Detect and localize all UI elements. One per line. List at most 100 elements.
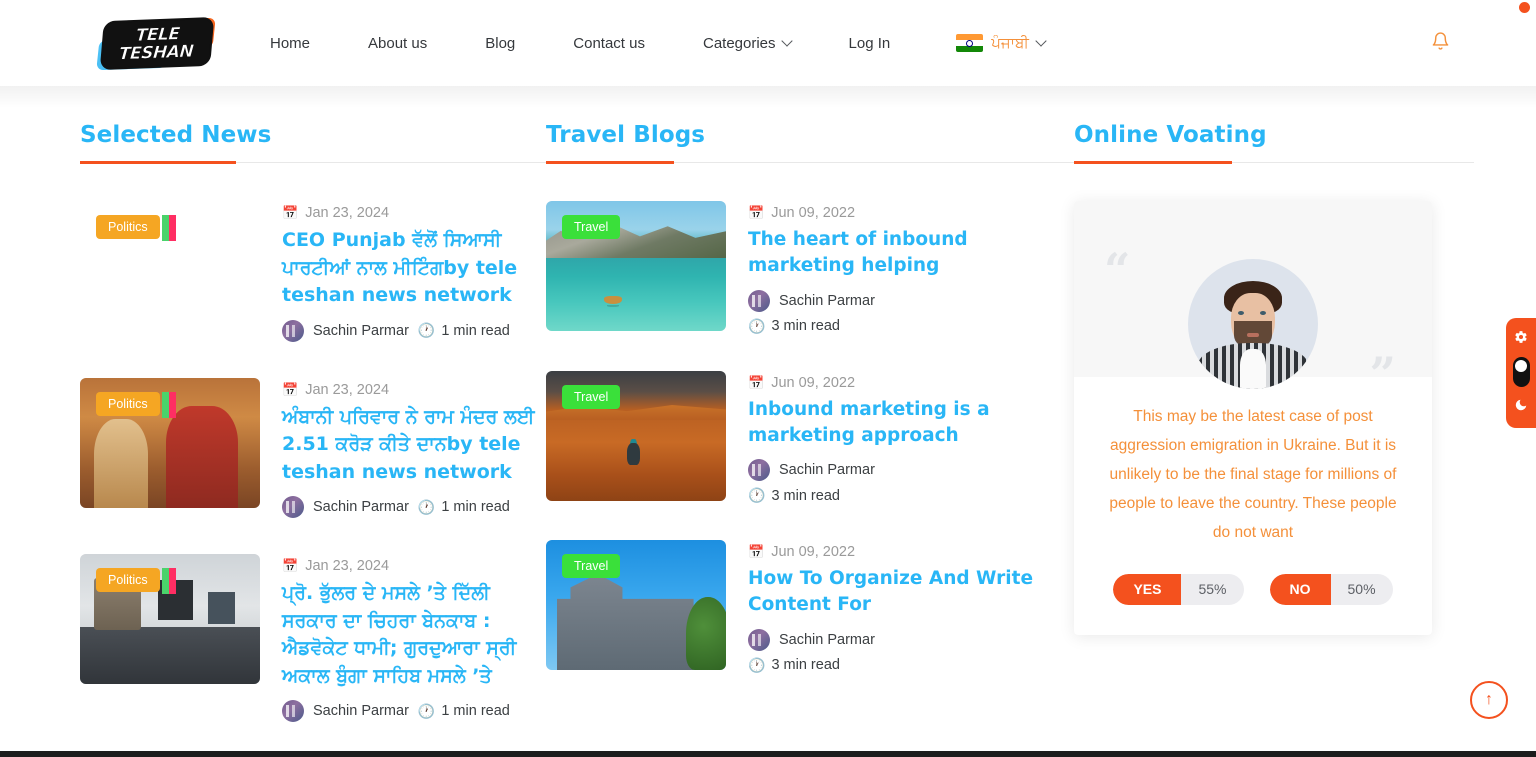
quote-close-icon: ”: [1369, 347, 1396, 401]
blog-read-time-text: 3 min read: [771, 318, 840, 335]
news-read-time-text: 1 min read: [441, 703, 510, 720]
nav-item-contact-us[interactable]: Contact us: [573, 29, 645, 58]
news-thumbnail[interactable]: Politics: [80, 554, 260, 685]
vote-no-button[interactable]: NO 50%: [1269, 573, 1393, 605]
clock-icon: 🕐: [417, 322, 436, 339]
nav-item-about-us[interactable]: About us: [368, 29, 427, 58]
blog-thumbnail[interactable]: Travel: [546, 201, 726, 331]
main-content: Selected News Politics 📅 Jan 23, 2024 CE…: [0, 86, 1536, 757]
blog-date: 📅 Jun 09, 2022: [748, 544, 1074, 560]
blog-date: 📅 Jun 09, 2022: [748, 375, 1074, 391]
news-list-item[interactable]: Politics 📅 Jan 23, 2024 ਅੰਬਾਨੀ ਪਰਿਵਾਰ ਨੇ…: [80, 377, 546, 519]
author-avatar: [748, 289, 770, 312]
blog-date: 📅 Jun 09, 2022: [748, 205, 1074, 221]
news-title[interactable]: CEO Punjab ਵੱਲੋਂ ਸਿਆਸੀ ਪਾਰਟੀਆਂ ਨਾਲ ਮੀਟਿੰ…: [282, 227, 546, 310]
theme-toggle-switch[interactable]: [1512, 357, 1530, 387]
site-header: TELE TESHAN Home About us Blog Contact u…: [0, 0, 1536, 86]
logo-text: TELE TESHAN: [93, 13, 220, 74]
theme-settings-dock[interactable]: [1506, 318, 1536, 428]
gear-icon[interactable]: [1514, 330, 1528, 346]
online-voting-column: Online Voating “ ” This may be the lates…: [1074, 122, 1474, 757]
nav-item-home[interactable]: Home: [270, 29, 310, 58]
language-label: ਪੰਜਾਬੀ: [991, 34, 1029, 52]
author-avatar: [282, 496, 304, 519]
chevron-down-icon: [780, 35, 793, 47]
calendar-icon: 📅: [282, 381, 299, 397]
voting-testimonial-card: “ ” This may be the latest case of post …: [1074, 201, 1432, 635]
clock-icon: 🕐: [417, 498, 436, 515]
section-title-online-voting: Online Voating: [1074, 122, 1267, 148]
blog-read-time: 🕐 3 min read: [748, 657, 1074, 674]
blog-thumbnail[interactable]: Travel: [546, 370, 726, 501]
news-thumbnail[interactable]: Politics: [80, 201, 260, 331]
blog-title[interactable]: The heart of inbound marketing helping: [748, 227, 1074, 280]
badge-stripe-decoration: [162, 568, 176, 595]
clock-icon: 🕐: [748, 487, 766, 504]
news-thumbnail[interactable]: Politics: [80, 377, 260, 508]
news-title[interactable]: ਪ੍ਰੋ. ਭੁੱਲਰ ਦੇ ਮਸਲੇ ’ਤੇ ਦਿੱਲੀ ਸਰਕਾਰ ਦਾ ਚ…: [282, 580, 546, 690]
author-avatar: [748, 459, 770, 482]
avatar-shirt: [1198, 343, 1308, 389]
category-badge[interactable]: Travel: [562, 215, 621, 239]
blog-thumbnail[interactable]: Travel: [546, 540, 726, 671]
blog-date-text: Jun 09, 2022: [771, 205, 856, 221]
category-badge[interactable]: Travel: [562, 554, 621, 579]
news-author: Sachin Parmar: [313, 322, 409, 339]
blog-meta: Sachin Parmar 🕐 3 min read: [748, 628, 1074, 674]
news-date-text: Jan 23, 2024: [305, 205, 390, 221]
category-badge[interactable]: Politics: [96, 568, 160, 593]
nav-label-about-us: About us: [368, 34, 428, 52]
blog-author: Sachin Parmar: [779, 292, 875, 309]
calendar-icon: 📅: [748, 544, 765, 560]
calendar-icon: 📅: [282, 558, 299, 574]
blog-read-time: 🕐 3 min read: [748, 487, 1074, 504]
nav-item-categories[interactable]: Categories: [702, 29, 793, 58]
blog-list-item[interactable]: Travel 📅 Jun 09, 2022 Inbound marketing …: [546, 370, 1074, 505]
main-navigation: Home About us Blog Contact us Categories…: [270, 29, 1512, 58]
news-list-item[interactable]: Politics 📅 Jan 23, 2024 ਪ੍ਰੋ. ਭੁੱਲਰ ਦੇ ਮ…: [80, 554, 546, 723]
india-flag-icon: [956, 34, 984, 52]
calendar-icon: 📅: [748, 205, 765, 220]
quote-open-icon: “: [1104, 243, 1131, 297]
clock-icon: 🕐: [748, 656, 766, 673]
corner-accent-dot: [1519, 2, 1530, 13]
news-read-time: 🕐 1 min read: [418, 499, 510, 516]
blog-date-text: Jun 09, 2022: [771, 544, 856, 561]
blog-title[interactable]: Inbound marketing is a marketing approac…: [748, 397, 1074, 450]
author-avatar: [748, 628, 770, 651]
blog-author-row: Sachin Parmar: [748, 289, 1074, 312]
news-meta: Sachin Parmar 🕐 1 min read: [282, 700, 546, 723]
news-date-text: Jan 23, 2024: [305, 381, 390, 398]
category-badge[interactable]: Politics: [96, 391, 160, 416]
badge-stripe-decoration: [162, 391, 176, 418]
voting-card-top: “ ”: [1074, 201, 1432, 397]
notification-bell-icon[interactable]: [1431, 31, 1512, 55]
scroll-to-top-button[interactable]: ↑: [1470, 681, 1508, 719]
blog-author-row: Sachin Parmar: [748, 459, 1074, 482]
nav-item-blog[interactable]: Blog: [485, 29, 515, 58]
news-list-item[interactable]: Politics 📅 Jan 23, 2024 CEO Punjab ਵੱਲੋਂ…: [80, 201, 546, 342]
blog-title[interactable]: How To Organize And Write Content For: [748, 566, 1074, 619]
language-selector[interactable]: ਪੰਜਾਬੀ: [956, 34, 1047, 52]
vote-yes-label: YES: [1113, 573, 1182, 605]
news-title[interactable]: ਅੰਬਾਨੀ ਪਰਿਵਾਰ ਨੇ ਰਾਮ ਮੰਦਰ ਲਈ 2.51 ਕਰੋੜ ਕ…: [282, 404, 546, 487]
vote-yes-button[interactable]: YES 55%: [1113, 573, 1244, 605]
category-badge[interactable]: Politics: [96, 215, 160, 239]
blog-list-item[interactable]: Travel 📅 Jun 09, 2022 The heart of inbou…: [546, 201, 1074, 335]
category-badge[interactable]: Travel: [562, 384, 621, 409]
nav-label-home: Home: [270, 34, 311, 52]
vote-yes-percent: 55%: [1198, 581, 1227, 598]
blog-body: 📅 Jun 09, 2022 The heart of inbound mark…: [748, 201, 1074, 335]
news-meta: Sachin Parmar 🕐 1 min read: [282, 496, 546, 519]
site-logo[interactable]: TELE TESHAN: [96, 15, 218, 71]
nav-item-log-in[interactable]: Log In: [849, 29, 891, 58]
news-date-text: Jan 23, 2024: [305, 558, 390, 575]
voting-quote-text: This may be the latest case of post aggr…: [1109, 408, 1397, 541]
nav-label-contact-us: Contact us: [573, 34, 645, 52]
nav-label-categories: Categories: [702, 34, 776, 52]
voting-actions: YES 55% NO 50%: [1074, 573, 1432, 605]
moon-icon[interactable]: [1514, 398, 1528, 414]
blog-list-item[interactable]: Travel 📅 Jun 09, 2022 How To Organize An…: [546, 540, 1074, 674]
blog-author: Sachin Parmar: [779, 462, 875, 479]
section-title-selected-news: Selected News: [80, 122, 272, 148]
